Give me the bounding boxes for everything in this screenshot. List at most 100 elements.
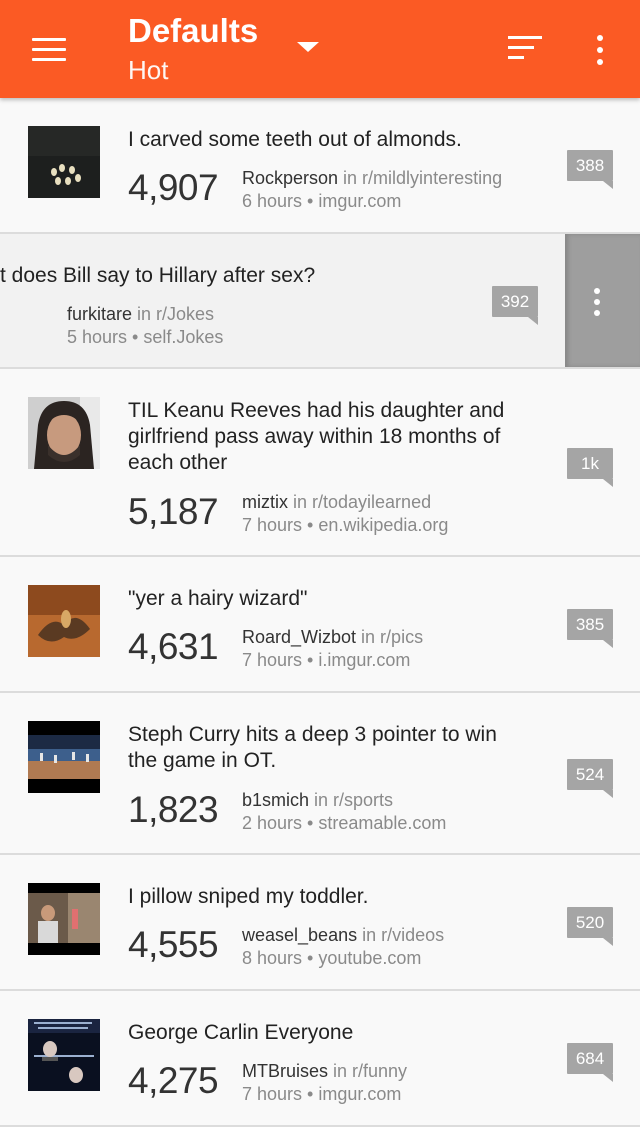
subreddit-selector[interactable]: Defaults Hot [128, 12, 258, 88]
post-info-line: 5 hours • self.Jokes [67, 326, 223, 348]
list-item[interactable]: TIL Keanu Reeves had his daughter and gi… [0, 369, 640, 557]
sort-icon[interactable] [508, 36, 544, 62]
separator: • [302, 1084, 319, 1104]
post-domain: youtube.com [318, 948, 422, 968]
post-age: 5 hours [67, 327, 128, 347]
post-domain: i.imgur.com [318, 650, 411, 670]
post-score: 1,823 [128, 789, 219, 830]
post-domain: en.wikipedia.org [318, 515, 449, 535]
post-subreddit[interactable]: in r/Jokes [132, 304, 214, 324]
comment-badge-icon[interactable]: 392 [492, 286, 538, 325]
separator: • [302, 191, 319, 211]
comment-count: 520 [575, 913, 605, 932]
comment-badge-icon[interactable]: 684 [567, 1043, 613, 1082]
sort-mode-label: Hot [128, 55, 169, 85]
post-age: 2 hours [242, 813, 303, 833]
post-age: 7 hours [242, 515, 303, 535]
post-thumbnail[interactable] [28, 1019, 100, 1091]
post-info-line: 7 hours • imgur.com [242, 1083, 401, 1105]
list-item[interactable]: "yer a hairy wizard" 4,631 Roard_Wizbot … [0, 557, 640, 693]
post-score: 5,187 [128, 491, 219, 532]
post-author[interactable]: Roard_Wizbot [242, 627, 356, 647]
post-subreddit[interactable]: in r/mildlyinteresting [338, 168, 502, 188]
menu-icon[interactable] [32, 38, 68, 62]
post-title: TIL Keanu Reeves had his daughter and gi… [128, 399, 505, 474]
list-item[interactable]: t does Bill say to Hillary after sex? 39… [0, 234, 640, 369]
post-age: 7 hours [242, 1084, 303, 1104]
post-domain: imgur.com [318, 1084, 402, 1104]
post-title: Steph Curry hits a deep 3 pointer to win… [128, 723, 497, 772]
comment-count: 388 [575, 156, 605, 175]
separator: • [302, 515, 319, 535]
comment-count: 392 [500, 292, 530, 311]
post-domain: self.Jokes [143, 327, 224, 347]
post-info-line: 8 hours • youtube.com [242, 947, 421, 969]
separator: • [302, 813, 319, 833]
comment-badge-icon[interactable]: 520 [567, 907, 613, 946]
separator: • [302, 948, 319, 968]
post-author-line: MTBruises in r/funny [242, 1060, 407, 1082]
post-author-line: miztix in r/todayilearned [242, 491, 431, 513]
post-thumbnail[interactable] [28, 126, 100, 198]
post-actions-button[interactable] [565, 234, 640, 367]
post-list: I carved some teeth out of almonds. 4,90… [0, 98, 640, 1127]
post-age: 7 hours [242, 650, 303, 670]
post-subreddit[interactable]: in r/todayilearned [288, 492, 431, 512]
comment-badge-icon[interactable]: 1k [567, 448, 613, 487]
list-item[interactable]: I pillow sniped my toddler. 4,555 weasel… [0, 855, 640, 991]
post-domain: imgur.com [318, 191, 402, 211]
post-author-line: Rockperson in r/mildlyinteresting [242, 167, 502, 189]
post-author[interactable]: b1smich [242, 790, 309, 810]
post-score: 4,631 [128, 626, 219, 667]
post-author-line: b1smich in r/sports [242, 789, 393, 811]
post-author-line: weasel_beans in r/videos [242, 924, 444, 946]
swiped-post-content[interactable]: t does Bill say to Hillary after sex? 39… [0, 234, 540, 367]
list-item[interactable]: George Carlin Everyone 4,275 MTBruises i… [0, 991, 640, 1127]
separator: • [302, 650, 319, 670]
comment-badge-icon[interactable]: 388 [567, 150, 613, 189]
post-info-line: 7 hours • i.imgur.com [242, 649, 410, 671]
separator: • [127, 327, 144, 347]
post-title: I carved some teeth out of almonds. [128, 128, 462, 151]
list-item[interactable]: Steph Curry hits a deep 3 pointer to win… [0, 693, 640, 855]
post-author[interactable]: miztix [242, 492, 288, 512]
post-subreddit[interactable]: in r/funny [328, 1061, 407, 1081]
post-info-line: 7 hours • en.wikipedia.org [242, 514, 448, 536]
post-subreddit[interactable]: in r/pics [356, 627, 423, 647]
comment-count: 684 [575, 1049, 605, 1068]
post-thumbnail[interactable] [28, 585, 100, 657]
post-author-line: Roard_Wizbot in r/pics [242, 626, 423, 648]
comment-count: 385 [575, 615, 605, 634]
post-score: 4,275 [128, 1060, 219, 1101]
post-title: t does Bill say to Hillary after sex? [0, 264, 316, 287]
app-bar: Defaults Hot [0, 0, 640, 98]
post-thumbnail[interactable] [28, 721, 100, 793]
post-subreddit[interactable]: in r/sports [309, 790, 393, 810]
post-info-line: 2 hours • streamable.com [242, 812, 446, 834]
post-info-line: 6 hours • imgur.com [242, 190, 401, 212]
post-domain: streamable.com [318, 813, 447, 833]
post-subreddit[interactable]: in r/videos [357, 925, 444, 945]
post-age: 8 hours [242, 948, 303, 968]
comment-count: 1k [581, 454, 599, 473]
post-thumbnail[interactable] [28, 883, 100, 955]
post-author-line: furkitare in r/Jokes [67, 303, 214, 325]
post-score: 4,555 [128, 924, 219, 965]
post-title: I pillow sniped my toddler. [128, 885, 369, 908]
post-author[interactable]: weasel_beans [242, 925, 357, 945]
post-author[interactable]: furkitare [67, 304, 132, 324]
post-thumbnail[interactable] [28, 397, 100, 469]
list-item[interactable]: I carved some teeth out of almonds. 4,90… [0, 98, 640, 234]
post-title: "yer a hairy wizard" [128, 587, 308, 610]
comment-badge-icon[interactable]: 385 [567, 609, 613, 648]
post-age: 6 hours [242, 191, 303, 211]
comment-count: 524 [575, 765, 605, 784]
post-score: 4,907 [128, 167, 219, 208]
overflow-menu-icon[interactable] [590, 33, 610, 67]
page-title: Defaults [128, 12, 259, 49]
dropdown-arrow-icon[interactable] [297, 42, 319, 52]
comment-badge-icon[interactable]: 524 [567, 759, 613, 798]
post-author[interactable]: MTBruises [242, 1061, 328, 1081]
post-author[interactable]: Rockperson [242, 168, 338, 188]
post-title: George Carlin Everyone [128, 1021, 354, 1044]
